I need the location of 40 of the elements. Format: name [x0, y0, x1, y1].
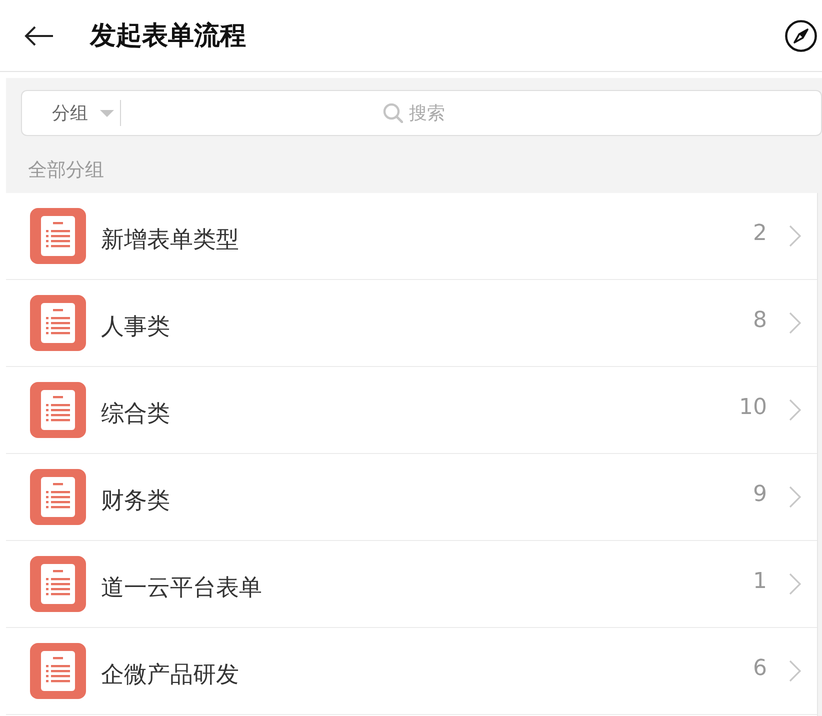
group-dropdown[interactable]: 分组 [22, 98, 114, 128]
back-button[interactable] [24, 24, 54, 46]
group-list-item[interactable]: 综合类 10 [6, 367, 817, 454]
search-icon [383, 103, 403, 123]
group-count: 2 [753, 220, 767, 248]
search-input[interactable]: 搜索 [409, 102, 449, 124]
compass-button[interactable] [785, 20, 817, 52]
group-count: 9 [753, 482, 767, 508]
form-list-icon [30, 382, 86, 438]
group-name: 新增表单类型 [101, 226, 240, 254]
section-title: 全部分组 [27, 158, 105, 182]
group-name: 企微产品研发 [101, 660, 240, 690]
form-list-icon [30, 469, 86, 525]
group-list-item[interactable]: 企微产品研发 6 [6, 628, 817, 715]
chevron-right-icon [789, 399, 801, 421]
chevron-right-icon [789, 486, 801, 508]
chevron-right-icon [789, 573, 801, 595]
compass-icon [785, 20, 817, 52]
group-list-item[interactable]: 道一云平台表单 1 [6, 541, 817, 628]
group-list-item[interactable]: 新增表单类型 2 [6, 193, 817, 280]
form-list-icon [30, 208, 86, 264]
group-count: 10 [739, 394, 767, 422]
group-name: 综合类 [101, 400, 171, 428]
chevron-right-icon [789, 660, 801, 682]
caret-down-icon [100, 110, 114, 116]
group-name: 财务类 [101, 486, 171, 516]
form-list-icon [30, 295, 86, 351]
page-title: 发起表单流程 [90, 20, 247, 53]
group-list-item[interactable]: 财务类 9 [6, 454, 817, 541]
chevron-right-icon [789, 312, 801, 334]
form-list-icon [30, 643, 86, 699]
group-name: 人事类 [101, 312, 171, 342]
form-list-icon [30, 556, 86, 612]
chevron-right-icon [789, 225, 801, 247]
group-count: 6 [753, 656, 767, 682]
back-arrow-icon [24, 26, 54, 46]
group-count: 8 [753, 308, 767, 334]
group-count: 1 [753, 568, 767, 596]
group-name: 道一云平台表单 [101, 574, 263, 602]
group-list-item[interactable]: 人事类 8 [6, 280, 817, 367]
